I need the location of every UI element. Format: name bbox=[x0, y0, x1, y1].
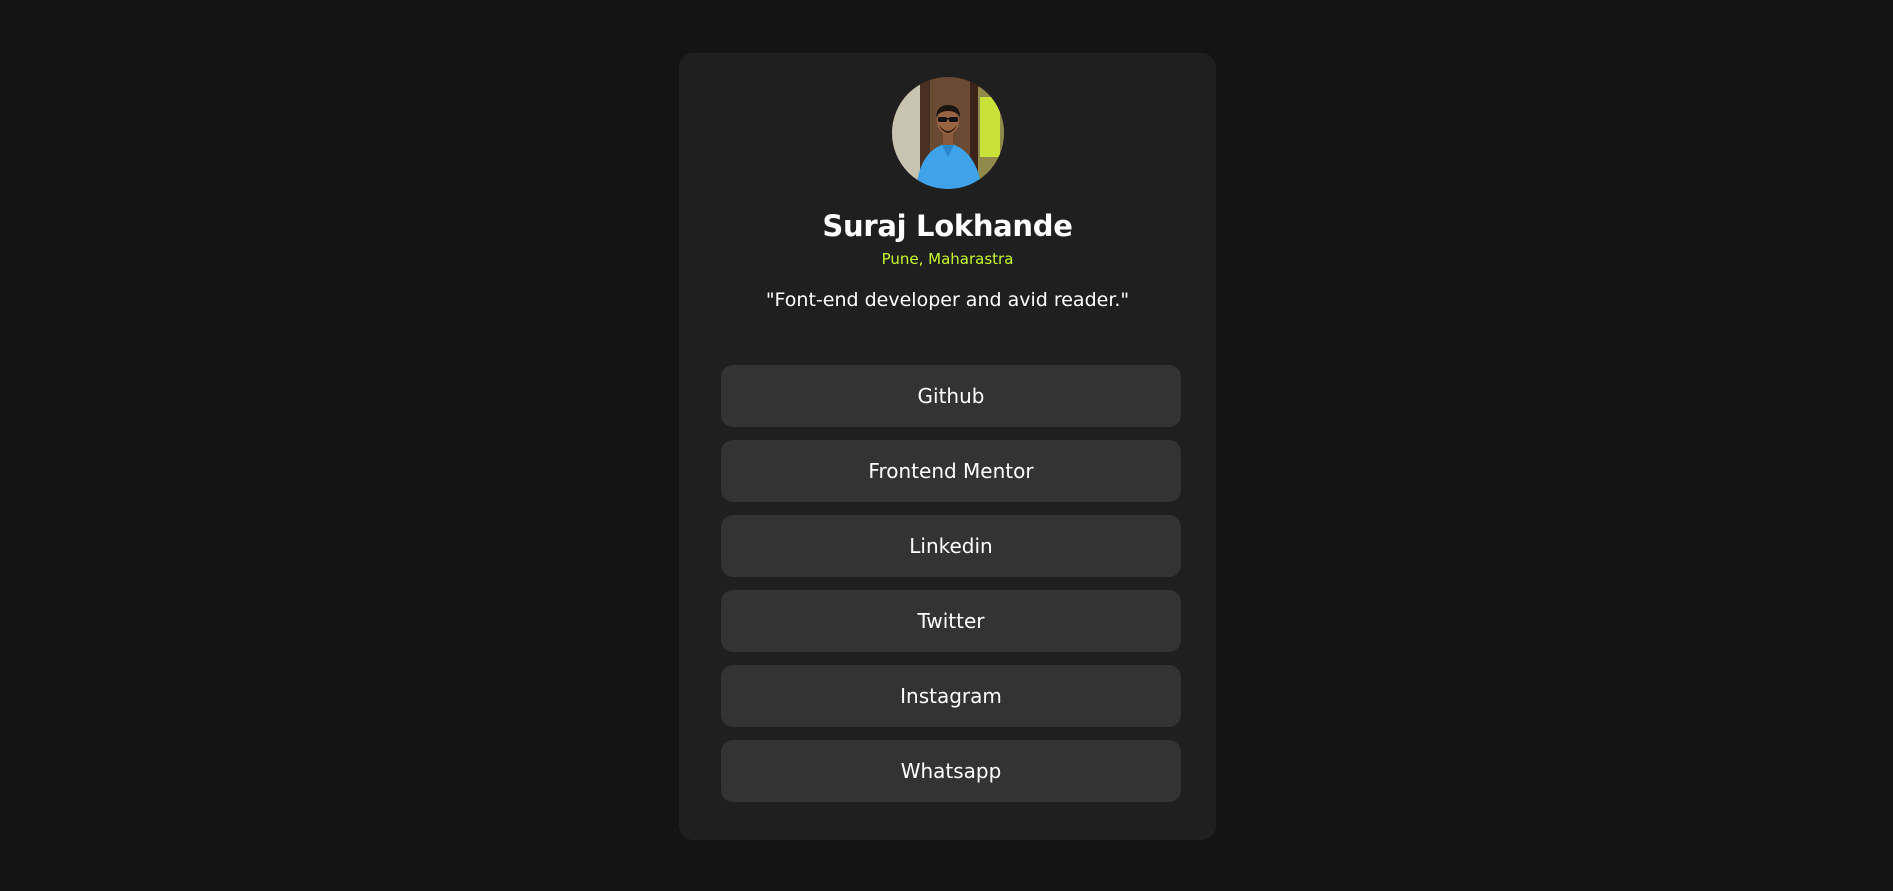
linkedin-link-button[interactable]: Linkedin bbox=[721, 515, 1181, 577]
whatsapp-link-button[interactable]: Whatsapp bbox=[721, 740, 1181, 802]
profile-card: Suraj Lokhande Pune, Maharastra "Font-en… bbox=[679, 53, 1216, 840]
github-link-button[interactable]: Github bbox=[721, 365, 1181, 427]
profile-location: Pune, Maharastra bbox=[881, 250, 1014, 268]
twitter-link-button[interactable]: Twitter bbox=[721, 590, 1181, 652]
frontend-mentor-link-button[interactable]: Frontend Mentor bbox=[721, 440, 1181, 502]
page: Suraj Lokhande Pune, Maharastra "Font-en… bbox=[0, 0, 1893, 891]
instagram-link-button[interactable]: Instagram bbox=[721, 665, 1181, 727]
avatar bbox=[892, 77, 1004, 189]
social-links-list: Github Frontend Mentor Linkedin Twitter … bbox=[721, 365, 1181, 802]
avatar-photo bbox=[892, 77, 1004, 189]
profile-name: Suraj Lokhande bbox=[822, 209, 1073, 243]
profile-bio: "Font-end developer and avid reader." bbox=[765, 289, 1130, 311]
